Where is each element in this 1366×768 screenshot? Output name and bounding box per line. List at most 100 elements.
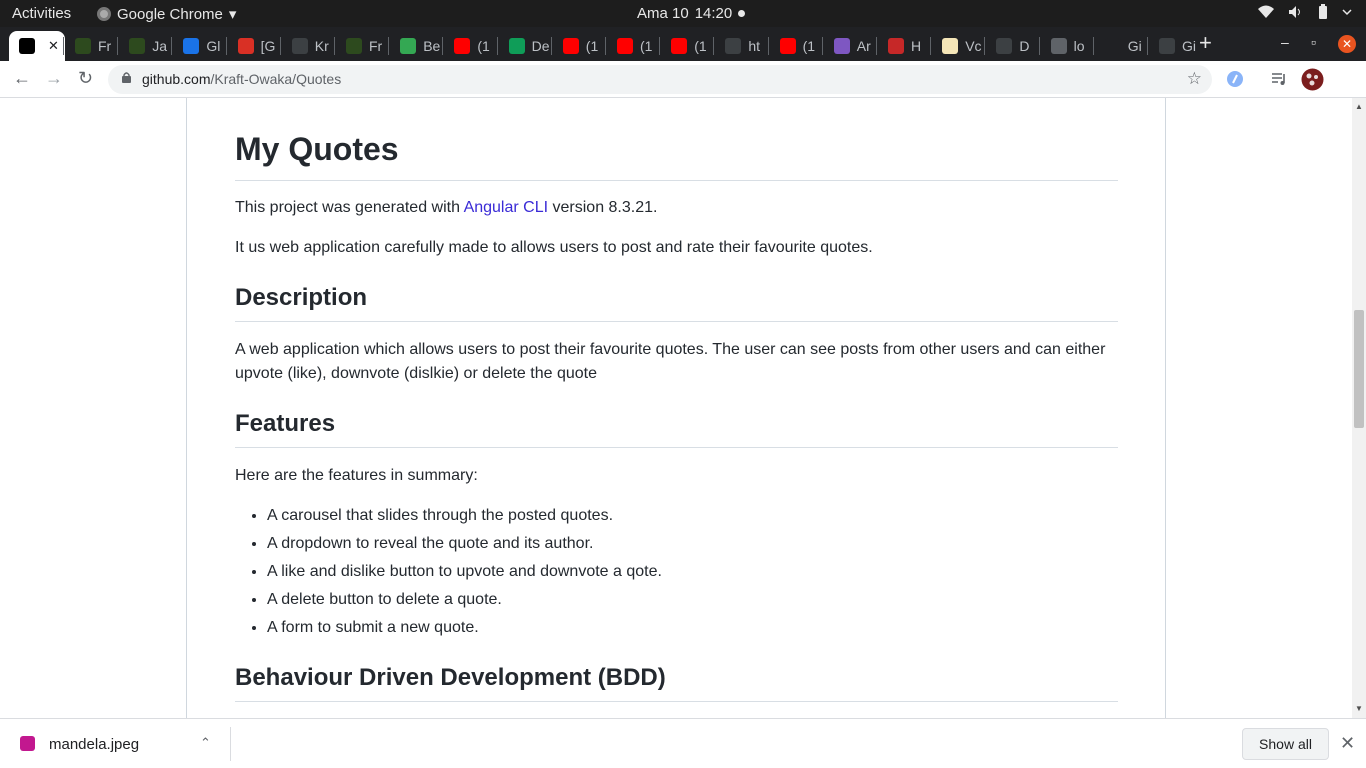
chrome-icon: [97, 7, 111, 21]
page-scrollbar[interactable]: ▲ ▼: [1352, 98, 1366, 718]
tab-6[interactable]: Fr: [336, 31, 388, 61]
intro-paragraph: This project was generated with Angular …: [235, 196, 1118, 220]
system-top-bar: Activities Google Chrome ▾ Ama 10 14:20: [0, 0, 1366, 27]
tab-separator: [1038, 37, 1040, 55]
tab-3[interactable]: Gl: [173, 31, 225, 61]
lock-icon: [122, 72, 131, 83]
tab-separator: [388, 37, 390, 55]
tab-18[interactable]: D: [986, 31, 1038, 61]
volume-icon: [1289, 6, 1300, 18]
tab-separator: [171, 37, 173, 55]
download-options-chevron-icon[interactable]: ⌃: [200, 735, 211, 751]
angular-cli-link[interactable]: Angular CLI: [464, 199, 549, 216]
tab-separator: [930, 37, 932, 55]
features-intro: Here are the features in summary:: [235, 467, 478, 484]
tab-1[interactable]: Fr: [65, 31, 117, 61]
tab-4[interactable]: [G: [228, 31, 280, 61]
download-file-name[interactable]: mandela.jpeg: [49, 736, 139, 753]
tab-12[interactable]: (1: [661, 31, 713, 61]
tab-label: Gi: [1127, 38, 1142, 54]
readme-panel: My Quotes This project was generated wit…: [186, 98, 1166, 718]
tab-separator: [117, 37, 119, 55]
reload-button[interactable]: ↻: [78, 68, 93, 89]
youtube-icon: [454, 38, 471, 54]
tab-14[interactable]: (1: [770, 31, 822, 61]
tab-20[interactable]: Gi: [1095, 31, 1147, 61]
list-item: A delete button to delete a quote.: [267, 588, 1117, 616]
tab-label: Ja: [152, 38, 167, 54]
scrollbar-thumb[interactable]: [1354, 310, 1364, 428]
github-icon: [996, 38, 1013, 54]
divider: [230, 727, 231, 761]
maximize-button[interactable]: ▫: [1311, 34, 1316, 50]
tab-separator: [713, 37, 715, 55]
app-name: Google Chrome: [117, 5, 223, 23]
heroku-icon: [888, 38, 904, 54]
stack-icon: [508, 38, 525, 54]
tab-2[interactable]: Ja: [119, 31, 171, 61]
tab-7[interactable]: Be: [390, 31, 442, 61]
back-button[interactable]: ←: [13, 68, 31, 89]
palm-icon: [75, 38, 91, 54]
app-menu[interactable]: Google Chrome ▾: [97, 5, 236, 23]
intro-suffix: version 8.3.21.: [548, 199, 658, 216]
media-control-icon[interactable]: [1270, 70, 1288, 88]
tab-close-button[interactable]: ✕: [48, 38, 59, 54]
tab-0[interactable]: ✕: [9, 31, 65, 61]
tab-11[interactable]: (1: [607, 31, 659, 61]
clock[interactable]: Ama 10 14:20: [637, 5, 746, 22]
scroll-down-arrow-icon[interactable]: ▼: [1355, 704, 1363, 713]
tab-label: Kr: [314, 38, 329, 54]
github-icon: [291, 38, 308, 54]
youtube-icon: [779, 38, 796, 54]
tab-label: Be: [423, 38, 441, 54]
tab-13[interactable]: ht: [715, 31, 767, 61]
window-close-button[interactable]: ✕: [1338, 35, 1356, 53]
tab-label: (1: [640, 38, 653, 54]
tab-separator: [767, 37, 769, 55]
bdd-heading: Behaviour Driven Development (BDD): [235, 664, 1118, 702]
profile-avatar[interactable]: [1301, 68, 1324, 91]
tab-8[interactable]: (1: [444, 31, 496, 61]
minimize-button[interactable]: –: [1281, 34, 1289, 50]
tab-10[interactable]: (1: [553, 31, 605, 61]
tab-5[interactable]: Kr: [282, 31, 334, 61]
close-shelf-button[interactable]: ✕: [1340, 733, 1355, 754]
image-file-icon: [20, 736, 35, 751]
tab-label: H: [911, 38, 922, 54]
leaf-icon: [400, 38, 417, 54]
grammar-icon: [942, 38, 959, 54]
gdoc-icon: [183, 38, 200, 54]
tab-separator: [279, 37, 281, 55]
tab-strip: ✕ Fr Ja Gl [G Kr Fr Be (1 De (1 (1 (1 ht (1 Ar H Vc Dlo Gi G…: [0, 27, 1366, 61]
description-heading: Description: [235, 284, 1118, 322]
clock-date: Ama 10: [637, 5, 689, 22]
tab-15[interactable]: Ar: [824, 31, 876, 61]
bookmark-star-icon[interactable]: ☆: [1187, 69, 1202, 89]
github-icon: [19, 38, 35, 54]
angular-icon: [1104, 38, 1121, 54]
tab-19[interactable]: lo: [1041, 31, 1093, 61]
system-tray[interactable]: [1258, 4, 1352, 20]
tab-16[interactable]: H: [878, 31, 930, 61]
new-tab-button[interactable]: +: [1199, 30, 1212, 56]
forward-button[interactable]: →: [45, 68, 63, 89]
globe-icon: [1050, 38, 1067, 54]
clock-time: 14:20: [694, 5, 733, 22]
tab-label: (1: [585, 38, 599, 54]
address-bar[interactable]: github.com/Kraft-Owaka/Quotes ☆: [108, 65, 1212, 94]
tab-17[interactable]: Vc: [932, 31, 984, 61]
scroll-up-arrow-icon[interactable]: ▲: [1355, 102, 1363, 111]
activities-button[interactable]: Activities: [12, 5, 71, 22]
show-all-button[interactable]: Show all: [1242, 728, 1329, 760]
tab-separator: [876, 37, 877, 55]
tab-21[interactable]: Gi: [1149, 31, 1201, 61]
tab-9[interactable]: De: [499, 31, 551, 61]
tab-separator: [334, 37, 335, 55]
tab-label: Vc: [965, 38, 982, 54]
extension-icon[interactable]: [1226, 70, 1244, 88]
features-heading: Features: [235, 410, 1118, 448]
page-title: My Quotes: [235, 131, 1118, 181]
app-menu-arrow-icon: ▾: [228, 6, 237, 23]
power-menu-icon: [1342, 9, 1352, 16]
